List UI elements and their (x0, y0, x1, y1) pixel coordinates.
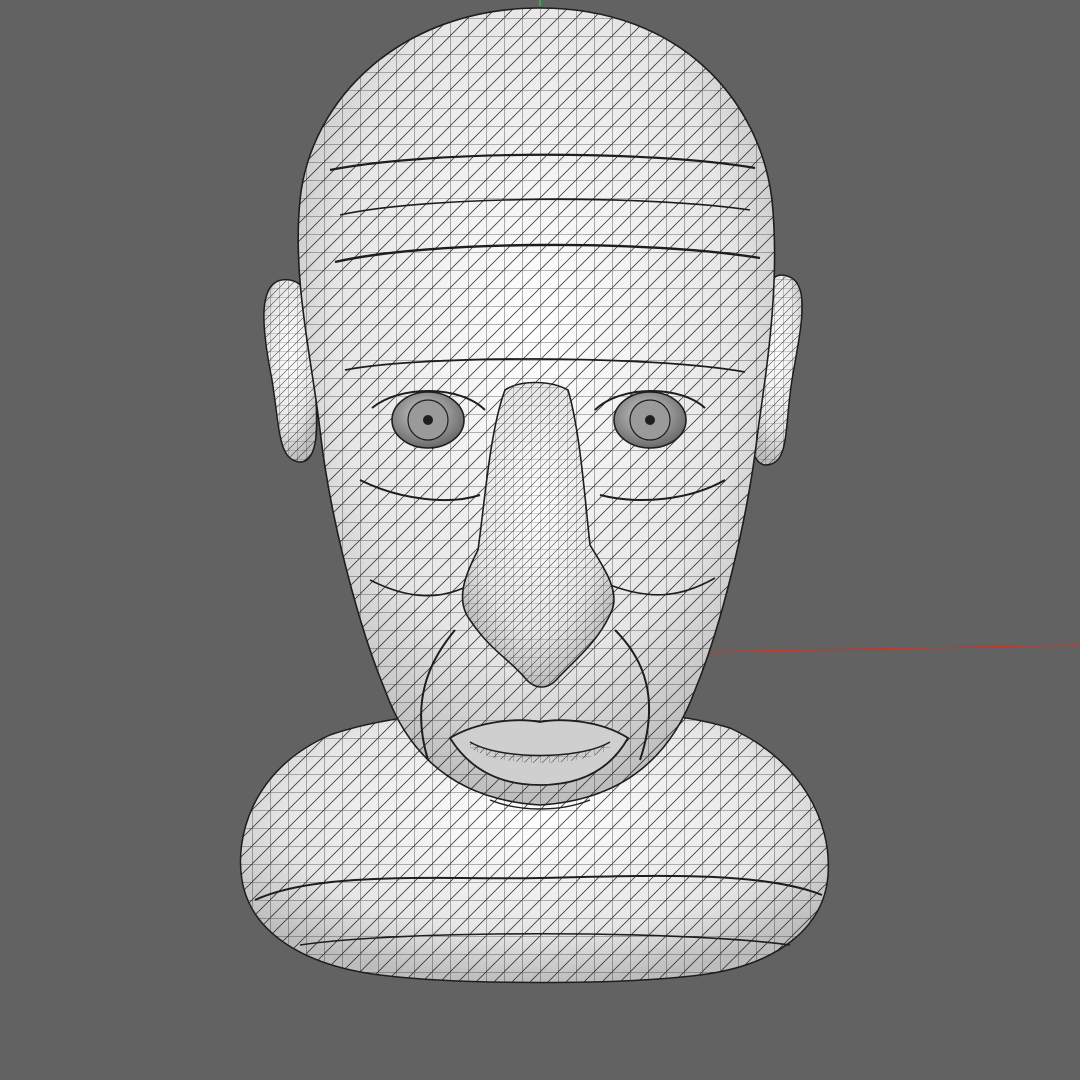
3d-viewport[interactable] (0, 0, 1080, 1080)
viewport-scene[interactable] (0, 0, 1080, 1080)
x-axis-line (699, 644, 1080, 653)
